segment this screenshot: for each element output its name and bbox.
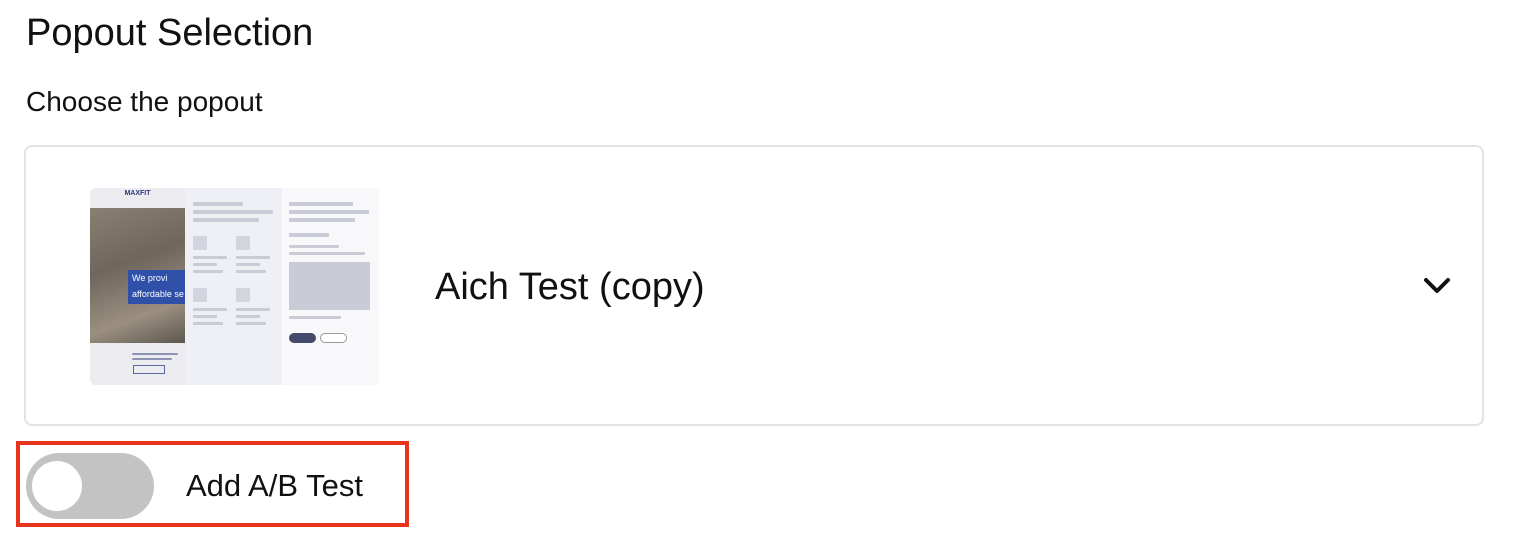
thumbnail-line [236,315,260,318]
thumbnail-line [193,315,217,318]
popout-select-dropdown[interactable]: MAXFIT We provi affordable se Aich Test … [24,145,1484,426]
thumbnail-banner-line2: affordable se [132,289,184,299]
thumbnail-banner-line1: We provi [132,273,168,283]
thumbnail-line [289,202,353,206]
thumbnail-line [289,245,339,248]
chevron-down-icon[interactable] [1422,273,1452,297]
ab-test-label: Add A/B Test [186,468,363,503]
thumbnail-image-icon [193,236,207,250]
thumbnail-line [193,218,259,222]
thumbnail-banner: We provi affordable se [128,270,185,304]
thumbnail-text-line [132,353,178,355]
thumbnail-line [289,233,329,237]
thumbnail-middle-panel [185,188,282,385]
thumbnail-line [289,316,341,319]
thumbnail-image-icon [236,288,250,302]
thumbnail-line [193,308,227,311]
thumbnail-text-line [132,358,172,360]
thumbnail-line [193,202,243,206]
thumbnail-logo: MAXFIT [124,190,151,197]
thumbnail-image-icon [193,288,207,302]
thumbnail-image-icon [236,236,250,250]
section-subtitle: Choose the popout [26,86,263,117]
ab-test-toggle[interactable] [26,453,154,519]
thumbnail-line [236,263,260,266]
thumbnail-line [236,270,266,273]
thumbnail-line [236,322,266,325]
thumbnail-secondary-button [320,333,347,343]
thumbnail-line [193,270,223,273]
thumbnail-line [236,256,270,259]
thumbnail-line [236,308,270,311]
thumbnail-primary-button [289,333,316,343]
selected-popout-name: Aich Test (copy) [435,266,705,308]
thumbnail-mini-button [133,365,165,374]
thumbnail-line [193,263,217,266]
section-title: Popout Selection [26,12,314,54]
thumbnail-image-placeholder [289,262,370,310]
thumbnail-photo-panel: MAXFIT We provi affordable se [90,188,185,385]
toggle-knob [32,461,82,511]
thumbnail-line [193,256,227,259]
thumbnail-line [289,210,369,214]
thumbnail-right-panel [282,188,379,385]
thumbnail-line [289,218,355,222]
thumbnail-line [193,322,223,325]
thumbnail-line [289,252,365,255]
popout-thumbnail: MAXFIT We provi affordable se [90,188,379,385]
thumbnail-line [193,210,273,214]
